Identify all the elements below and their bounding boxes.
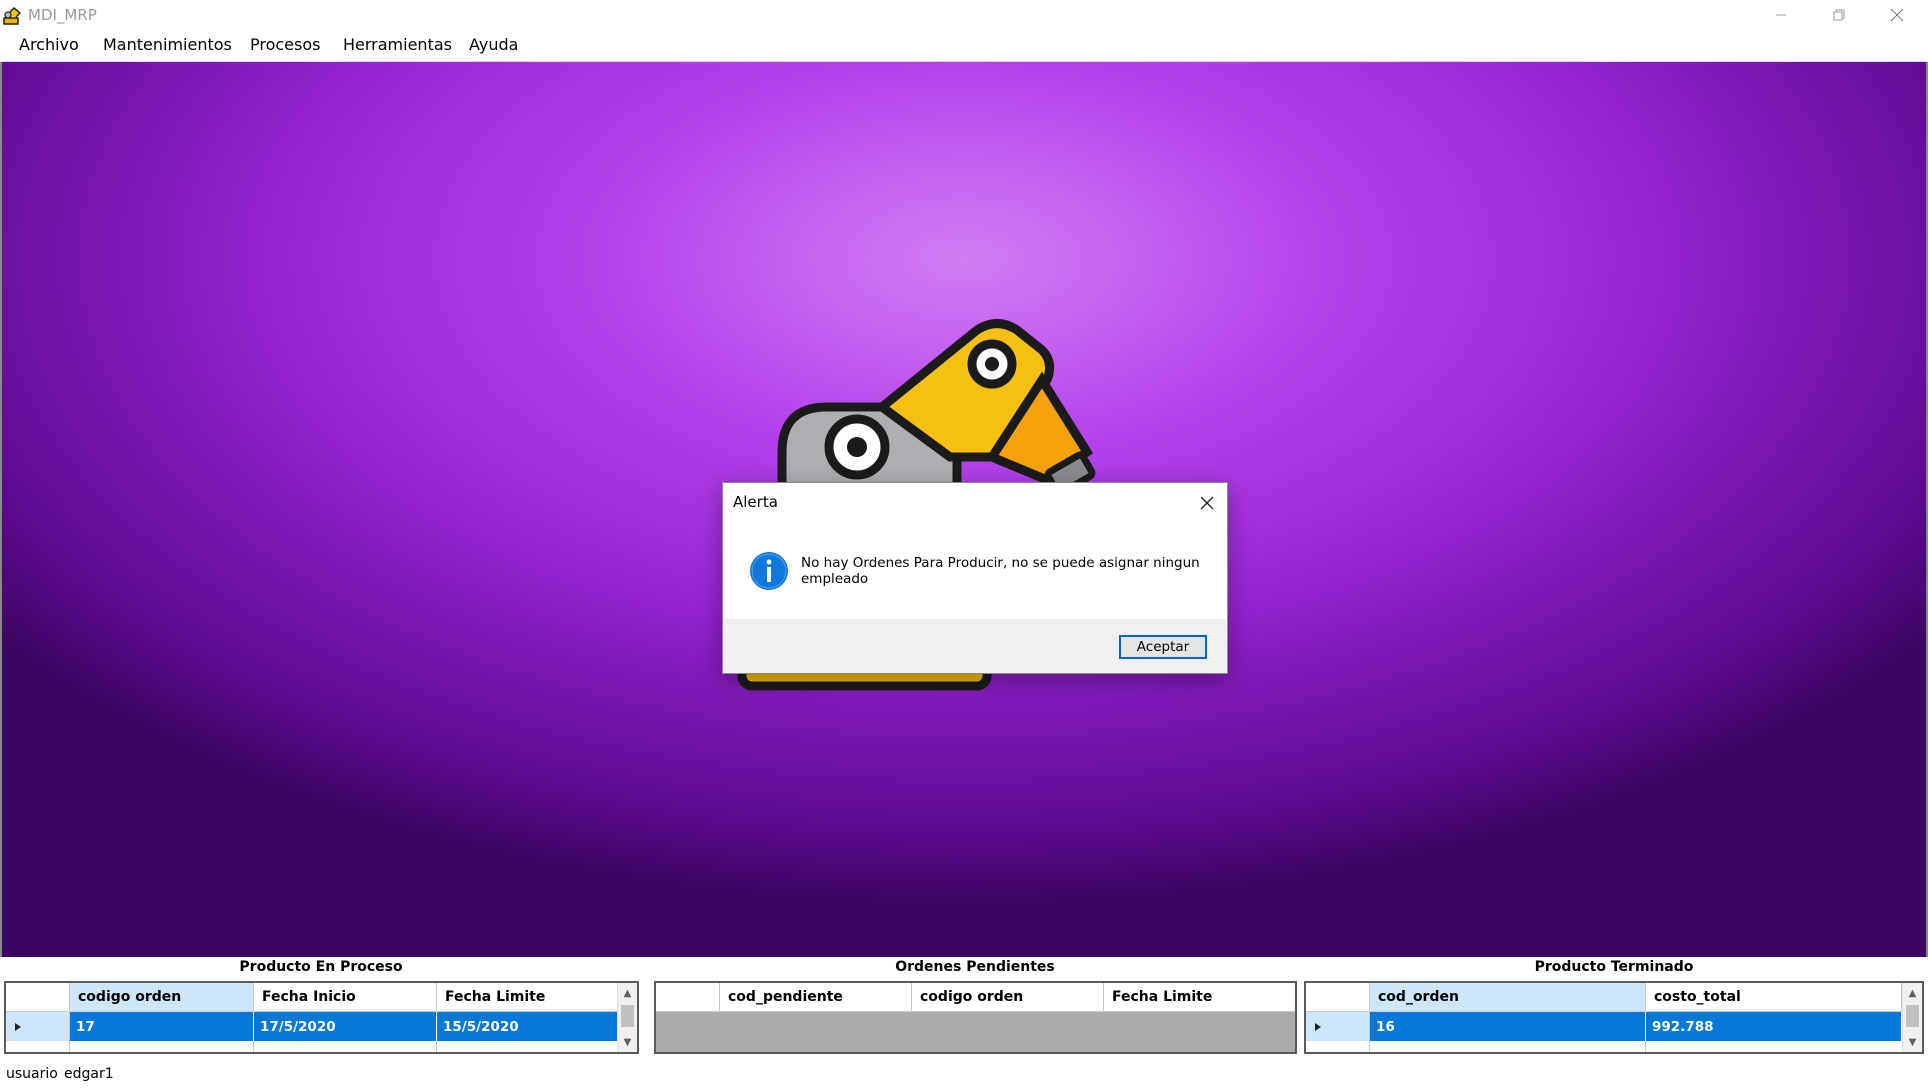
grid-empty-area (656, 1012, 1295, 1052)
app-logo-icon (3, 6, 22, 25)
vertical-scrollbar[interactable]: ▲ ▼ (617, 983, 637, 1052)
grid-corner (1306, 983, 1370, 1012)
dialog-close-button[interactable] (1195, 491, 1219, 515)
menu-procesos[interactable]: Procesos (250, 35, 320, 54)
scroll-thumb[interactable] (621, 1005, 634, 1027)
row-pointer-icon (1315, 1022, 1321, 1031)
table-row[interactable]: 16 992.788 (1306, 1012, 1902, 1041)
scroll-down-icon[interactable]: ▼ (1903, 1033, 1922, 1051)
grid-filler (6, 1041, 619, 1052)
grid-header: cod_pendiente codigo orden Fecha Limite (656, 983, 1295, 1012)
menu-archivo[interactable]: Archivo (19, 35, 79, 54)
dialog-message: No hay Ordenes Para Producir, no se pued… (801, 555, 1200, 587)
column-header[interactable]: Fecha Limite (1104, 983, 1295, 1012)
window-title: MDI_MRP (28, 6, 97, 24)
table-cell[interactable]: 17 (70, 1012, 254, 1041)
column-header[interactable]: costo_total (1646, 983, 1902, 1012)
table-cell[interactable]: 17/5/2020 (254, 1012, 437, 1041)
column-header[interactable]: codigo orden (70, 983, 254, 1012)
menu-ayuda[interactable]: Ayuda (469, 35, 518, 54)
restore-icon (1833, 9, 1845, 20)
close-icon (1200, 496, 1214, 510)
menu-herramientas[interactable]: Herramientas (343, 35, 452, 54)
status-bar: usuario edgar1 (0, 1062, 1928, 1088)
info-icon (750, 552, 788, 590)
close-icon (1890, 8, 1904, 21)
scroll-down-icon[interactable]: ▼ (618, 1033, 637, 1051)
column-header[interactable]: codigo orden (912, 983, 1104, 1012)
grid-ordenes-pendientes[interactable]: cod_pendiente codigo orden Fecha Limite (654, 981, 1297, 1054)
grid-filler (1306, 1041, 1902, 1052)
menu-bar: Archivo Mantenimientos Procesos Herramie… (0, 29, 1928, 62)
scroll-up-icon[interactable]: ▲ (1903, 984, 1922, 1002)
column-header[interactable]: Fecha Limite (437, 983, 619, 1012)
panel-title-en-proceso: Producto En Proceso (239, 959, 403, 975)
menu-mantenimientos[interactable]: Mantenimientos (103, 35, 232, 54)
dialog-footer: Aceptar (723, 619, 1227, 673)
grid-producto-terminado[interactable]: cod_orden costo_total 16 992.788 ▲ ▼ (1304, 981, 1924, 1054)
close-window-button[interactable] (1868, 0, 1926, 29)
grid-producto-en-proceso[interactable]: codigo orden Fecha Inicio Fecha Limite 1… (4, 981, 639, 1054)
dialog-title: Alerta (733, 493, 778, 511)
aceptar-button[interactable]: Aceptar (1119, 635, 1207, 659)
row-header[interactable] (1306, 1012, 1370, 1041)
scroll-up-icon[interactable]: ▲ (618, 984, 637, 1002)
table-cell[interactable]: 992.788 (1646, 1012, 1902, 1041)
status-user-value: edgar1 (64, 1066, 114, 1082)
status-user-label: usuario (6, 1066, 58, 1082)
column-header[interactable]: cod_pendiente (720, 983, 912, 1012)
panel-title-terminado: Producto Terminado (1534, 959, 1694, 975)
scroll-thumb[interactable] (1906, 1005, 1919, 1027)
column-header[interactable]: Fecha Inicio (254, 983, 437, 1012)
restore-button[interactable] (1810, 0, 1868, 29)
grid-corner (656, 983, 720, 1012)
panel-title-pendientes: Ordenes Pendientes (895, 959, 1055, 975)
table-cell[interactable]: 16 (1370, 1012, 1646, 1041)
alert-dialog: Alerta No hay Ordenes Para Producir, no … (722, 482, 1228, 674)
title-bar: MDI_MRP (0, 0, 1928, 29)
vertical-scrollbar[interactable]: ▲ ▼ (1902, 983, 1922, 1052)
grid-header: codigo orden Fecha Inicio Fecha Limite (6, 983, 619, 1012)
grid-corner (6, 983, 70, 1012)
row-header[interactable] (6, 1012, 70, 1041)
minimize-icon (1776, 14, 1786, 15)
minimize-button[interactable] (1752, 0, 1810, 29)
table-row[interactable]: 17 17/5/2020 15/5/2020 (6, 1012, 619, 1041)
column-header[interactable]: cod_orden (1370, 983, 1646, 1012)
table-cell[interactable]: 15/5/2020 (437, 1012, 619, 1041)
row-pointer-icon (15, 1022, 21, 1031)
grid-header: cod_orden costo_total (1306, 983, 1902, 1012)
